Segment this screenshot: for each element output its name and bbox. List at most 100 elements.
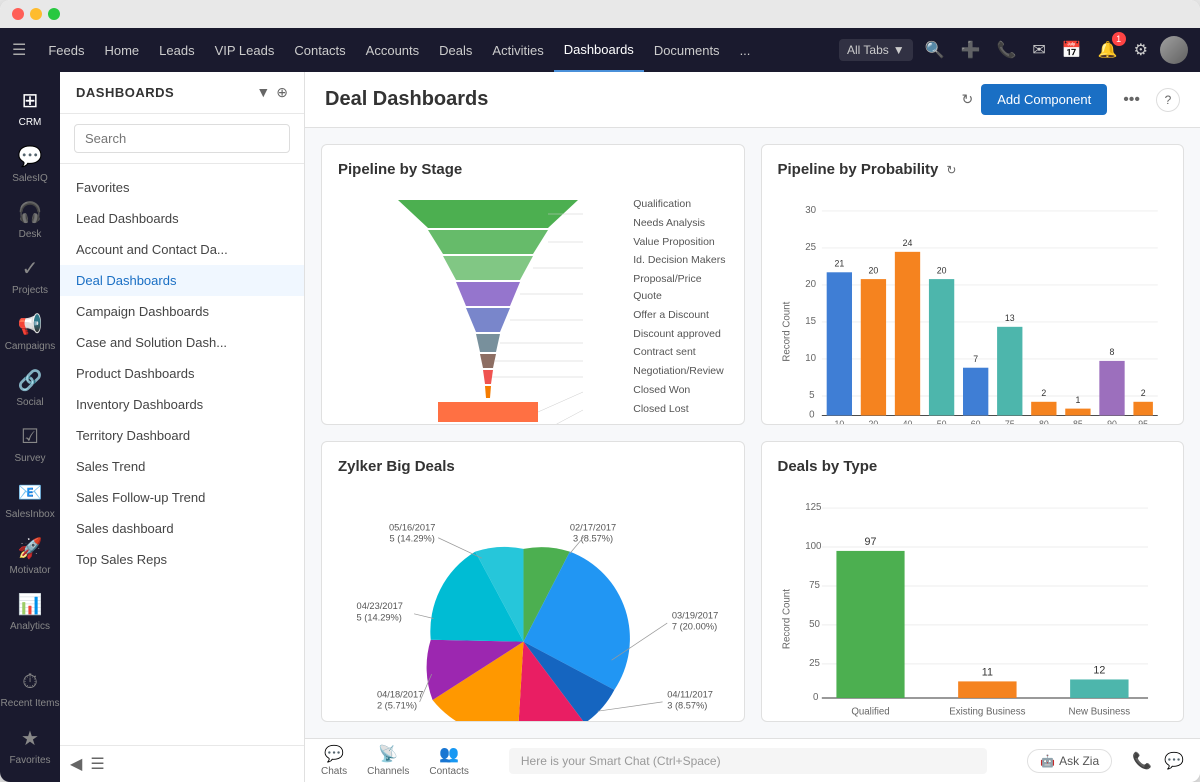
bar-85 [1065,409,1090,416]
recent-icon: ⏱ [22,671,38,694]
nav-item-sales-dashboard[interactable]: Sales dashboard [60,513,304,544]
nav-add-icon[interactable]: ⊕ [276,84,288,101]
maximize-button[interactable] [48,8,60,20]
nav-item-campaign-dashboards[interactable]: Campaign Dashboards [60,296,304,327]
all-tabs-button[interactable]: All Tabs ▼ [839,39,913,61]
bar-40 [894,252,919,416]
svg-text:85: 85 [1073,419,1083,425]
nav-footer-collapse-icon[interactable]: ◀ [70,754,82,774]
bar-20 [860,279,885,415]
nav-documents[interactable]: Documents [644,28,730,72]
nav-sidebar: DASHBOARDS ▼ ⊕ Favorites Lead Dashboards… [60,72,305,782]
add-component-button[interactable]: Add Component [981,84,1107,115]
settings-icon[interactable]: ⚙ [1130,36,1152,64]
bottom-chat-icon[interactable]: 💬 [1164,751,1184,771]
minimize-button[interactable] [30,8,42,20]
nav-item-case-solution[interactable]: Case and Solution Dash... [60,327,304,358]
refresh-icon[interactable]: ↻ [962,91,974,108]
nav-item-top-sales-reps[interactable]: Top Sales Reps [60,544,304,575]
nav-sidebar-header: DASHBOARDS ▼ ⊕ [60,72,304,114]
sidebar-item-campaigns[interactable]: 📢 Campaigns [0,304,60,360]
phone-icon[interactable]: 📞 [992,36,1020,64]
mail-icon[interactable]: ✉ [1028,36,1049,64]
nav-feeds[interactable]: Feeds [38,28,94,72]
nav-item-inventory-dashboards[interactable]: Inventory Dashboards [60,389,304,420]
nav-sidebar-footer: ◀ ☰ [60,745,304,782]
nav-dashboards[interactable]: Dashboards [554,28,644,72]
calendar-icon[interactable]: 📅 [1058,36,1086,64]
nav-dropdown-icon[interactable]: ▼ [256,84,270,101]
svg-text:40: 40 [902,419,912,425]
funnel-label-discount: Discount approved [633,326,727,343]
funnel-label-negotiation: Negotiation/Review [633,363,727,380]
sidebar-item-favorites[interactable]: ★ Favorites [0,718,60,774]
bar-qualified [836,551,904,698]
svg-text:50: 50 [936,419,946,425]
channels-tab[interactable]: 📡 Channels [367,744,409,777]
help-icon[interactable]: ? [1156,88,1180,112]
close-button[interactable] [12,8,24,20]
sidebar-item-recent[interactable]: ⏱ Recent Items [0,662,60,718]
svg-text:20: 20 [936,265,946,275]
nav-contacts[interactable]: Contacts [284,28,355,72]
titlebar [0,0,1200,28]
sidebar-item-analytics[interactable]: 📊 Analytics [0,584,60,640]
nav-item-deal-dashboards[interactable]: Deal Dashboards [60,265,304,296]
nav-home[interactable]: Home [94,28,149,72]
nav-item-favorites[interactable]: Favorites [60,172,304,203]
content-area: Deal Dashboards ↻ Add Component ••• ? Pi… [305,72,1200,782]
search-input[interactable] [74,124,290,153]
smart-chat-input[interactable]: Here is your Smart Chat (Ctrl+Space) [509,748,987,774]
app-window: ☰ Feeds Home Leads VIP Leads Contacts Ac… [0,0,1200,782]
survey-icon: ☑ [21,424,39,449]
nav-activities[interactable]: Activities [482,28,553,72]
nav-more[interactable]: ... [730,28,761,72]
more-options-icon[interactable]: ••• [1115,87,1148,113]
bottom-phone-icon[interactable]: 📞 [1132,751,1152,771]
chats-tab[interactable]: 💬 Chats [321,744,347,777]
sidebar-item-survey[interactable]: ☑ Survey [0,416,60,472]
user-avatar[interactable] [1160,36,1188,64]
nav-vip-leads[interactable]: VIP Leads [205,28,285,72]
nav-accounts[interactable]: Accounts [356,28,429,72]
svg-text:20: 20 [868,265,878,275]
nav-deals[interactable]: Deals [429,28,482,72]
ask-zia-button[interactable]: 🤖 Ask Zia [1027,749,1112,773]
sidebar-item-projects[interactable]: ✓ Projects [0,248,60,304]
sidebar-item-motivator[interactable]: 🚀 Motivator [0,528,60,584]
sidebar-item-salesiq[interactable]: 💬 SalesIQ [0,136,60,192]
desk-icon: 🎧 [18,200,43,225]
nav-item-territory-dashboard[interactable]: Territory Dashboard [60,420,304,451]
pipeline-prob-title: Pipeline by Probability ↻ [778,161,1168,178]
nav-leads[interactable]: Leads [149,28,204,72]
nav-item-sales-followup[interactable]: Sales Follow-up Trend [60,482,304,513]
notification-icon[interactable]: 🔔 1 [1094,36,1122,64]
sidebar-item-desk[interactable]: 🎧 Desk [0,192,60,248]
hamburger-icon[interactable]: ☰ [12,40,26,60]
svg-text:Record Count: Record Count [781,589,792,649]
sidebar-item-social[interactable]: 🔗 Social [0,360,60,416]
sidebar-item-salesinbox[interactable]: 📧 SalesInbox [0,472,60,528]
pipeline-probability-card: Pipeline by Probability ↻ 30 25 20 15 10… [761,144,1185,425]
content-header: Deal Dashboards ↻ Add Component ••• ? [305,72,1200,128]
bar-90 [1099,361,1124,416]
nav-item-product-dashboards[interactable]: Product Dashboards [60,358,304,389]
nav-item-account-contact[interactable]: Account and Contact Da... [60,234,304,265]
nav-footer-list-icon[interactable]: ☰ [90,754,104,774]
salesiq-icon: 💬 [18,144,43,169]
nav-item-lead-dashboards[interactable]: Lead Dashboards [60,203,304,234]
search-icon[interactable]: 🔍 [921,36,949,64]
add-icon[interactable]: ➕ [957,36,985,64]
nav-search-container [60,114,304,164]
chats-icon: 💬 [324,744,344,764]
svg-text:11: 11 [981,667,992,679]
sidebar-item-crm[interactable]: ⊞ CRM [0,80,60,136]
svg-text:Qualified: Qualified [851,707,889,718]
deals-by-type-card: Deals by Type 125 100 75 50 25 0 [761,441,1185,722]
nav-item-sales-trend[interactable]: Sales Trend [60,451,304,482]
svg-text:100: 100 [805,541,822,552]
contacts-tab[interactable]: 👥 Contacts [429,744,468,777]
social-icon: 🔗 [18,368,43,393]
prob-refresh-icon[interactable]: ↻ [946,163,956,177]
zylker-big-deals-card: Zylker Big Deals [321,441,745,722]
